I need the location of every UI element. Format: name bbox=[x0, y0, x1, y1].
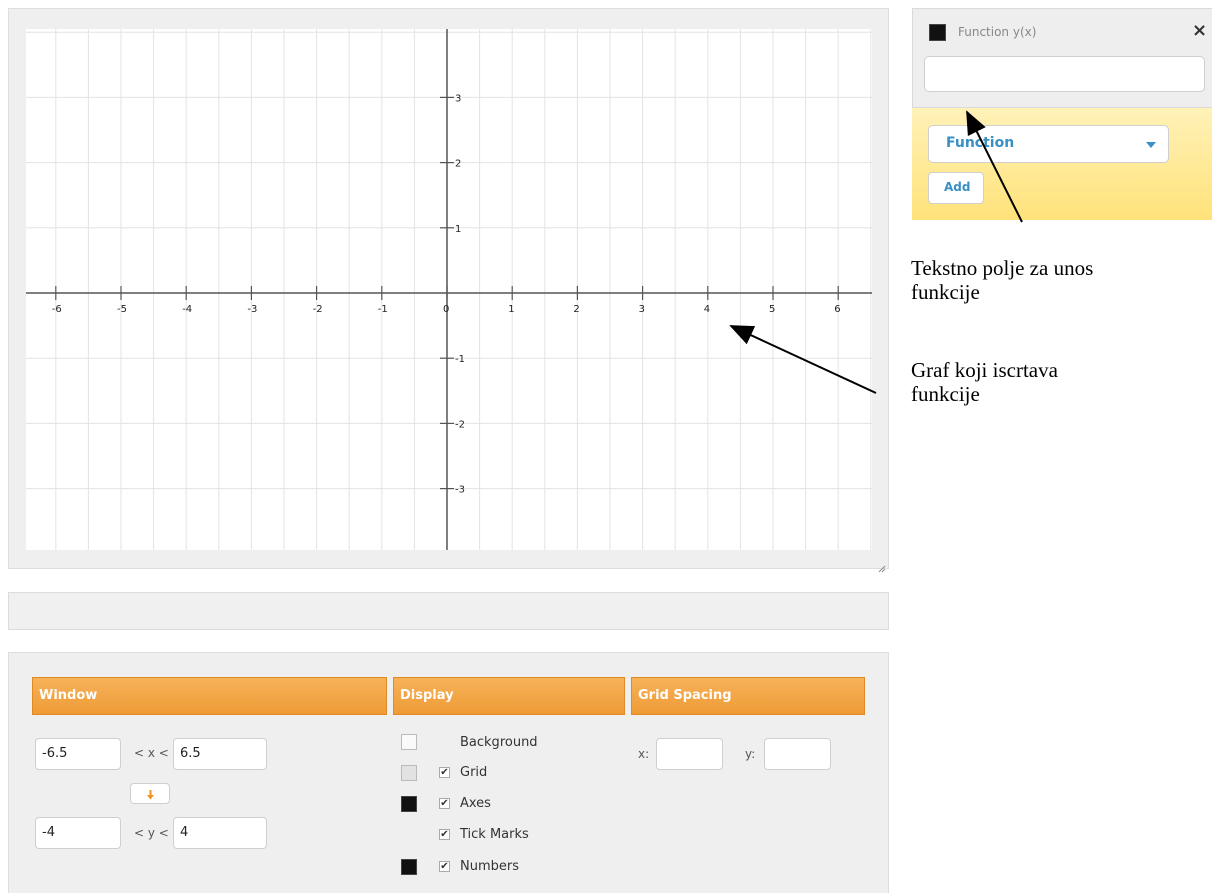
x-tick-label: -4 bbox=[182, 304, 192, 315]
grid-spacing-x-label: x: bbox=[638, 747, 650, 761]
input-annotation-line2: funkcije bbox=[911, 280, 980, 304]
x-tick-label: -5 bbox=[117, 304, 127, 315]
x-range-label: < x < bbox=[134, 746, 169, 760]
grid-color-swatch[interactable] bbox=[401, 765, 417, 781]
chevron-down-icon bbox=[1146, 142, 1156, 148]
x-tick-label: 3 bbox=[639, 304, 645, 315]
numbers-color-swatch[interactable] bbox=[401, 859, 417, 875]
y-tick-label: -2 bbox=[455, 419, 465, 430]
swap-button[interactable] bbox=[130, 783, 170, 804]
input-annotation: Tekstno polje za unos funkcije bbox=[911, 256, 1093, 304]
grid-spacing-y-label: y: bbox=[745, 747, 756, 761]
x-tick-label: -6 bbox=[52, 304, 62, 315]
background-option-label: Background bbox=[460, 735, 538, 750]
ymin-input[interactable]: -4 bbox=[35, 817, 121, 849]
background-color-swatch[interactable] bbox=[401, 734, 417, 750]
x-tick-label: 2 bbox=[573, 304, 579, 315]
add-button-label: Add bbox=[944, 180, 971, 194]
input-annotation-line1: Tekstno polje za unos bbox=[911, 256, 1094, 280]
function-title: Function y(x) bbox=[958, 25, 1037, 39]
resize-grip-icon[interactable] bbox=[878, 558, 886, 573]
xmax-input[interactable]: 6.5 bbox=[173, 738, 267, 770]
grid-spacing-section-header: Grid Spacing bbox=[631, 677, 865, 715]
function-color-swatch[interactable] bbox=[929, 24, 946, 41]
grid-spacing-x-input[interactable] bbox=[656, 738, 723, 770]
function-type-select[interactable]: Function bbox=[928, 125, 1169, 163]
expression-bar bbox=[8, 592, 889, 630]
axes-option-label: Axes bbox=[460, 796, 491, 811]
graph-annotation-line1: Graf koji iscrtava bbox=[911, 358, 1058, 382]
close-icon[interactable]: × bbox=[1192, 20, 1207, 41]
x-tick-label: 1 bbox=[508, 304, 514, 315]
axes-color-swatch[interactable] bbox=[401, 796, 417, 812]
x-tick-label: 4 bbox=[704, 304, 710, 315]
y-tick-label: 3 bbox=[455, 93, 461, 104]
numbers-option-label: Numbers bbox=[460, 859, 519, 874]
y-tick-label: -3 bbox=[455, 485, 465, 496]
x-tick-label: -3 bbox=[247, 304, 257, 315]
arrow-down-icon bbox=[147, 790, 154, 800]
x-tick-label: -1 bbox=[378, 304, 388, 315]
graph-annotation-line2: funkcije bbox=[911, 382, 980, 406]
x-tick-label: -2 bbox=[313, 304, 323, 315]
graph-canvas[interactable]: -6 -5 -4 -3 -2 -1 0 1 2 3 4 5 6 3 2 1 -1 -2 -3 bbox=[26, 29, 872, 550]
graph-background bbox=[26, 29, 872, 550]
add-button[interactable]: Add bbox=[928, 172, 984, 204]
grid-spacing-y-input[interactable] bbox=[764, 738, 831, 770]
grid-checkbox[interactable]: ✔ bbox=[439, 767, 450, 778]
y-tick-label: -1 bbox=[455, 354, 465, 365]
x-tick-label: 0 bbox=[443, 304, 449, 315]
y-tick-label: 2 bbox=[455, 159, 461, 170]
function-type-value: Function bbox=[946, 135, 1015, 151]
graph-annotation: Graf koji iscrtava funkcije bbox=[911, 358, 1058, 406]
tick-marks-option-label: Tick Marks bbox=[460, 827, 529, 842]
numbers-checkbox[interactable]: ✔ bbox=[439, 861, 450, 872]
xmin-input[interactable]: -6.5 bbox=[35, 738, 121, 770]
tick-marks-checkbox[interactable]: ✔ bbox=[439, 829, 450, 840]
x-tick-label: 5 bbox=[769, 304, 775, 315]
x-tick-label: 6 bbox=[834, 304, 840, 315]
function-input[interactable] bbox=[924, 56, 1205, 92]
y-tick-label: 1 bbox=[455, 224, 461, 235]
display-section-header: Display bbox=[393, 677, 625, 715]
ymax-input[interactable]: 4 bbox=[173, 817, 267, 849]
window-section-header: Window bbox=[32, 677, 387, 715]
grid-option-label: Grid bbox=[460, 765, 488, 780]
axes-checkbox[interactable]: ✔ bbox=[439, 798, 450, 809]
y-range-label: < y < bbox=[134, 826, 169, 840]
